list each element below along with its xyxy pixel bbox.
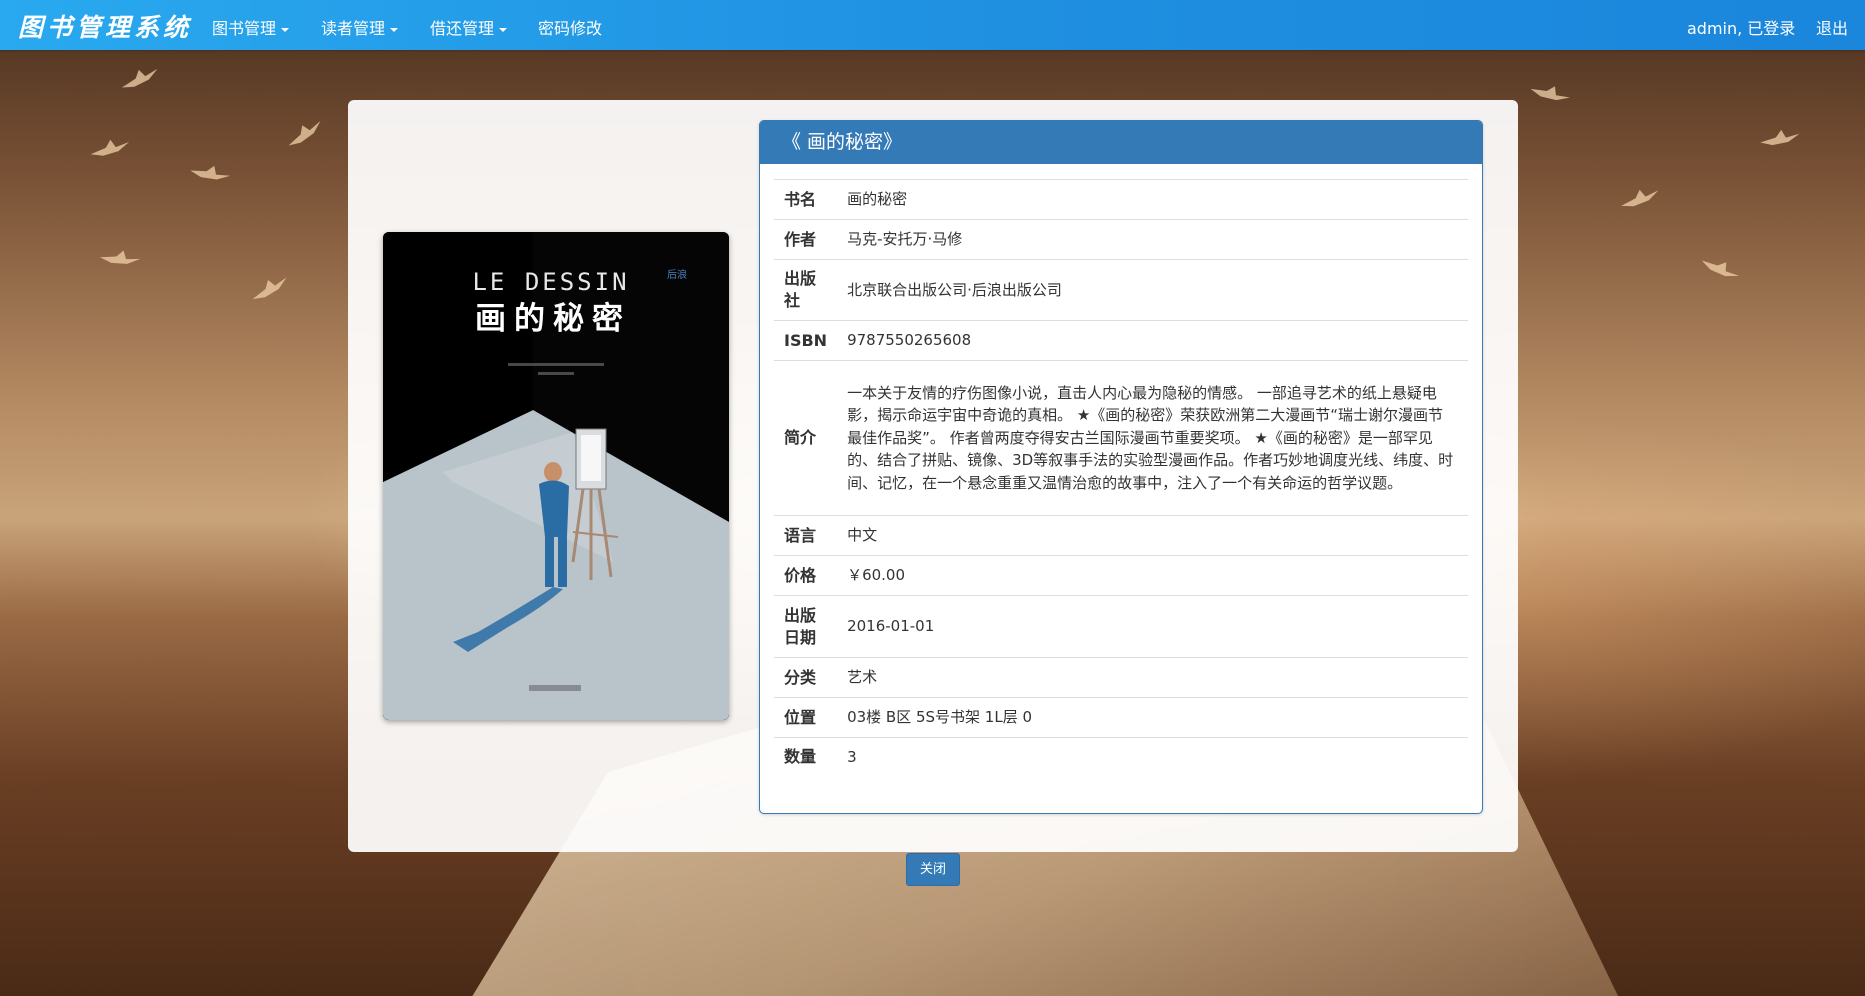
book-info-card: 《 画的秘密》 书名 画的秘密 作者 马克-安托万·马修 出版社 北京联合出版公… — [759, 120, 1483, 814]
field-value: 北京联合出版公司·后浪出版公司 — [837, 259, 1468, 321]
nav-menu-books[interactable]: 图书管理 — [212, 15, 290, 39]
logout-link[interactable]: 退出 — [1816, 15, 1848, 39]
field-label: 价格 — [774, 555, 838, 596]
user-status-link[interactable]: admin, 已登录 — [1687, 15, 1795, 39]
background-bird — [99, 247, 142, 272]
background-bird — [1618, 185, 1661, 213]
field-value: 一本关于友情的疗伤图像小说，直击人内心最为隐秘的情感。 一部追寻艺术的纸上悬疑电… — [837, 360, 1468, 516]
field-value: 中文 — [837, 515, 1468, 556]
field-value: 03楼 B区 5S号书架 1L层 0 — [837, 697, 1468, 738]
background-bird — [188, 160, 231, 188]
field-value: 画的秘密 — [837, 179, 1468, 220]
background-bird — [1698, 251, 1742, 287]
field-value: ￥60.00 — [837, 555, 1468, 596]
table-row: 作者 马克-安托万·马修 — [774, 219, 1468, 260]
field-label: 简介 — [774, 360, 838, 516]
nav-menu-readers[interactable]: 读者管理 — [321, 15, 399, 39]
nav-menu-label: 借还管理 — [430, 19, 495, 38]
field-value: 艺术 — [837, 657, 1468, 698]
field-label: 语言 — [774, 515, 838, 556]
table-row: 分类 艺术 — [774, 657, 1468, 698]
table-row: 位置 03楼 B区 5S号书架 1L层 0 — [774, 697, 1468, 738]
top-navbar: 图书管理系统 图书管理 读者管理 借还管理 密码修改 admin, 已登录 退出 — [0, 0, 1865, 50]
field-label: 出版社 — [774, 259, 838, 321]
background-bird — [1759, 128, 1800, 149]
table-row: 简介 一本关于友情的疗伤图像小说，直击人内心最为隐秘的情感。 一部追寻艺术的纸上… — [774, 360, 1468, 516]
field-label: 作者 — [774, 219, 838, 260]
caret-down-icon — [281, 27, 290, 32]
field-label: ISBN — [774, 320, 838, 361]
background-bird — [89, 137, 132, 162]
book-info-table: 书名 画的秘密 作者 马克-安托万·马修 出版社 北京联合出版公司·后浪出版公司… — [774, 179, 1468, 776]
nav-menu-borrow[interactable]: 借还管理 — [430, 15, 508, 39]
background-bird — [248, 272, 292, 305]
table-row: 数量 3 — [774, 737, 1468, 776]
caret-down-icon — [390, 27, 399, 32]
field-value: 2016-01-01 — [837, 595, 1468, 658]
background-bird — [283, 116, 327, 152]
cover-title-cn: 画的秘密 — [475, 301, 631, 337]
table-row: 书名 画的秘密 — [774, 179, 1468, 220]
background-bird — [1528, 79, 1572, 110]
field-label: 数量 — [774, 737, 838, 776]
table-row: ISBN 9787550265608 — [774, 320, 1468, 361]
cover-publisher-mark: 后浪 — [667, 268, 687, 281]
close-button[interactable]: 关闭 — [906, 853, 960, 886]
field-label: 出版日期 — [774, 595, 838, 658]
table-row: 出版日期 2016-01-01 — [774, 595, 1468, 658]
brand-logo[interactable]: 图书管理系统 — [18, 8, 192, 44]
table-row: 语言 中文 — [774, 515, 1468, 556]
caret-down-icon — [499, 27, 508, 32]
field-label: 书名 — [774, 179, 838, 220]
field-label: 分类 — [774, 657, 838, 698]
nav-menu-label: 图书管理 — [212, 19, 277, 38]
book-info-header: 《 画的秘密》 — [760, 121, 1482, 164]
field-value: 9787550265608 — [837, 320, 1468, 361]
nav-password-link[interactable]: 密码修改 — [538, 15, 602, 39]
field-label: 位置 — [774, 697, 838, 738]
field-value: 3 — [837, 737, 1468, 776]
table-row: 价格 ￥60.00 — [774, 555, 1468, 596]
book-cover-image: LE DESSIN 画的秘密 后浪 — [383, 232, 729, 720]
background-bird — [118, 64, 162, 95]
cover-title-en: LE DESSIN — [472, 268, 629, 296]
field-value: 马克-安托万·马修 — [837, 219, 1468, 260]
table-row: 出版社 北京联合出版公司·后浪出版公司 — [774, 259, 1468, 321]
nav-menu-label: 读者管理 — [321, 19, 386, 38]
